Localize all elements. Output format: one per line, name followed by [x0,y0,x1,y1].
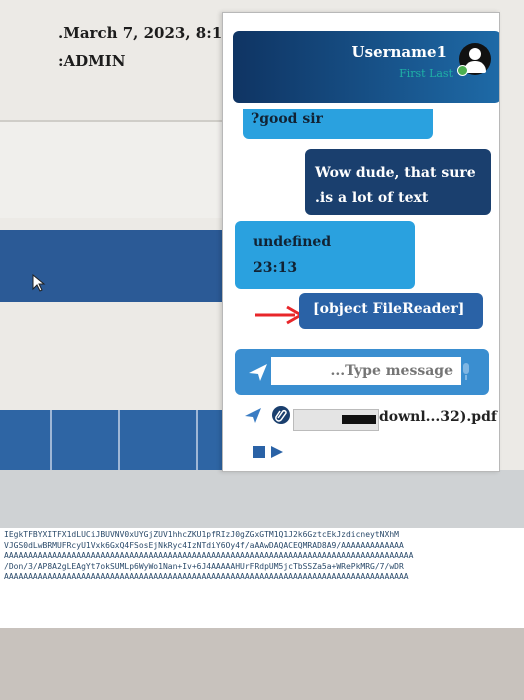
message-text: .is a lot of text [315,190,429,206]
chat-header: Username1 First Last [233,31,499,103]
play-icon [271,446,283,458]
admin-label: :ADMIN [58,52,126,70]
table-header-row [0,410,228,472]
status-strip [0,470,524,528]
message-bubble-sent: Wow dude, that sure .is a lot of text [305,149,491,215]
selected-row[interactable] [0,230,228,302]
taskbar [0,628,524,700]
code-line: AAAAAAAAAAAAAAAAAAAAAAAAAAAAAAAAAAAAAAAA… [4,572,409,581]
column-divider[interactable] [50,410,52,472]
online-status-dot [457,65,468,76]
code-line: AAAAAAAAAAAAAAAAAAAAAAAAAAAAAAAAAAAAAAAA… [4,551,414,560]
code-line: VJGS0dLwBRMUFRcyU1Vxk6GxQ4FSosEjNkRyc4Iz… [4,540,404,550]
date-time-text: .March 7, 2023, 8:13 [58,24,233,42]
media-controls [253,446,283,458]
chat-window: Username1 First Last ?good sir Wow dude,… [222,12,500,472]
send-icon[interactable] [247,361,269,383]
attachment-thumbnail[interactable] [293,409,379,431]
column-divider[interactable] [118,410,120,472]
column-divider[interactable] [196,410,198,472]
encoded-text-output: IEgkTFBYXITFX1dLUCiJBUVNV0xUYGjZUV1hhcZK… [0,528,524,628]
code-line: /Don/3/AP8A2gLEAgYt7okSUMLp6WyWo1Nan+Iv+… [4,561,404,571]
stop-icon [253,446,265,458]
mouse-cursor-icon [32,274,46,292]
paperclip-icon[interactable] [271,405,291,425]
message-bubble-sent: [object FileReader] [299,293,483,329]
red-arrow-annotation-icon [255,305,303,325]
message-input-bar [235,349,489,395]
message-text: ?good sir [251,111,323,127]
content-panel [0,120,228,218]
code-line: IEgkTFBYXITFX1dLUCiJBUVNV0xUYGjZUV1hhcZK… [4,530,399,539]
message-bubble-received: ?good sir [243,109,433,139]
avatar-head [469,48,481,60]
redacted-block [342,415,376,424]
message-text: Wow dude, that sure [315,165,476,181]
message-timestamp: 23:13 [253,260,298,276]
message-text: [object FileReader] [313,301,465,317]
chat-user-fullname: First Last [399,67,453,80]
chat-username: Username1 [351,43,447,61]
message-text: undefined [253,234,332,250]
send-file-icon[interactable] [243,405,263,425]
message-bubble-received: undefined 23:13 [235,221,415,289]
microphone-icon[interactable] [461,363,471,381]
message-input[interactable] [271,357,461,385]
user-avatar-icon[interactable] [457,43,491,76]
attachment-filename[interactable]: downl...32).pdf [379,409,497,425]
